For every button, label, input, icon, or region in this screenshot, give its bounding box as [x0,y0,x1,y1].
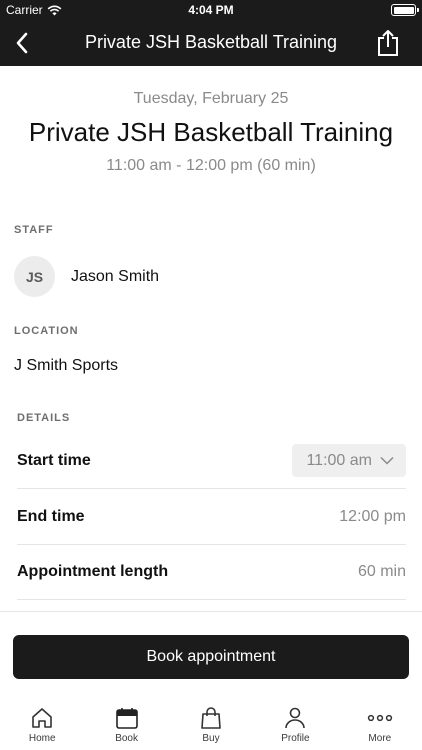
staff-name: Jason Smith [71,267,160,285]
navigation-bar: Private JSH Basketball Training [0,20,422,66]
appointment-date: Tuesday, February 25 [133,90,289,107]
end-time-row: End time 12:00 pm [17,489,406,545]
appointment-header: Tuesday, February 25 Private JSH Basketb… [0,66,422,175]
share-icon [378,30,398,56]
start-time-select[interactable]: 11:00 am [292,444,406,477]
start-time-value: 11:00 am [306,451,372,469]
appointment-length-label: Appointment length [17,562,169,580]
chevron-left-icon [16,32,28,54]
staff-row: JS Jason Smith [14,256,159,297]
tab-book[interactable]: Book [84,699,168,750]
tab-home[interactable]: Home [0,699,84,750]
status-time: 4:04 PM [188,3,234,17]
share-button[interactable] [374,28,402,58]
start-time-label: Start time [17,451,91,469]
tab-more[interactable]: More [338,699,422,750]
tab-home-label: Home [28,733,56,744]
appointment-length-value: 60 min [357,562,406,580]
tab-profile[interactable]: Profile [253,699,337,750]
more-icon [367,714,392,722]
end-time-label: End time [17,507,85,525]
tab-buy[interactable]: Buy [169,699,253,750]
start-time-row: Start time 11:00 am [17,433,406,489]
appointment-title: Private JSH Basketball Training [28,117,394,147]
shopping-bag-icon [201,707,221,729]
nav-title: Private JSH Basketball Training [84,32,338,52]
tab-bar: Home Book Buy Profile More [0,699,422,750]
location-section-label: LOCATION [14,325,79,337]
book-appointment-button[interactable]: Book appointment [13,635,409,679]
appointment-length-row: Appointment length 60 min [17,544,406,600]
end-time-value: 12:00 pm [339,507,406,525]
person-icon [285,707,306,729]
home-icon [32,708,53,728]
tab-buy-label: Buy [202,733,220,744]
chevron-down-icon [380,456,394,465]
tab-more-label: More [368,733,392,744]
tab-profile-label: Profile [281,733,310,744]
location-name: J Smith Sports [14,357,119,374]
tab-book-label: Book [115,733,138,744]
status-bar: Carrier 4:04 PM [0,0,422,20]
avatar: JS [14,256,55,297]
details-section-label: DETAILS [17,412,71,424]
calendar-icon [115,708,138,729]
back-button[interactable] [8,29,36,57]
appointment-time-range: 11:00 am - 12:00 pm (60 min) [106,157,316,174]
book-footer: Book appointment [0,611,422,699]
staff-section-label: STAFF [14,224,54,236]
battery-icon [391,4,419,16]
